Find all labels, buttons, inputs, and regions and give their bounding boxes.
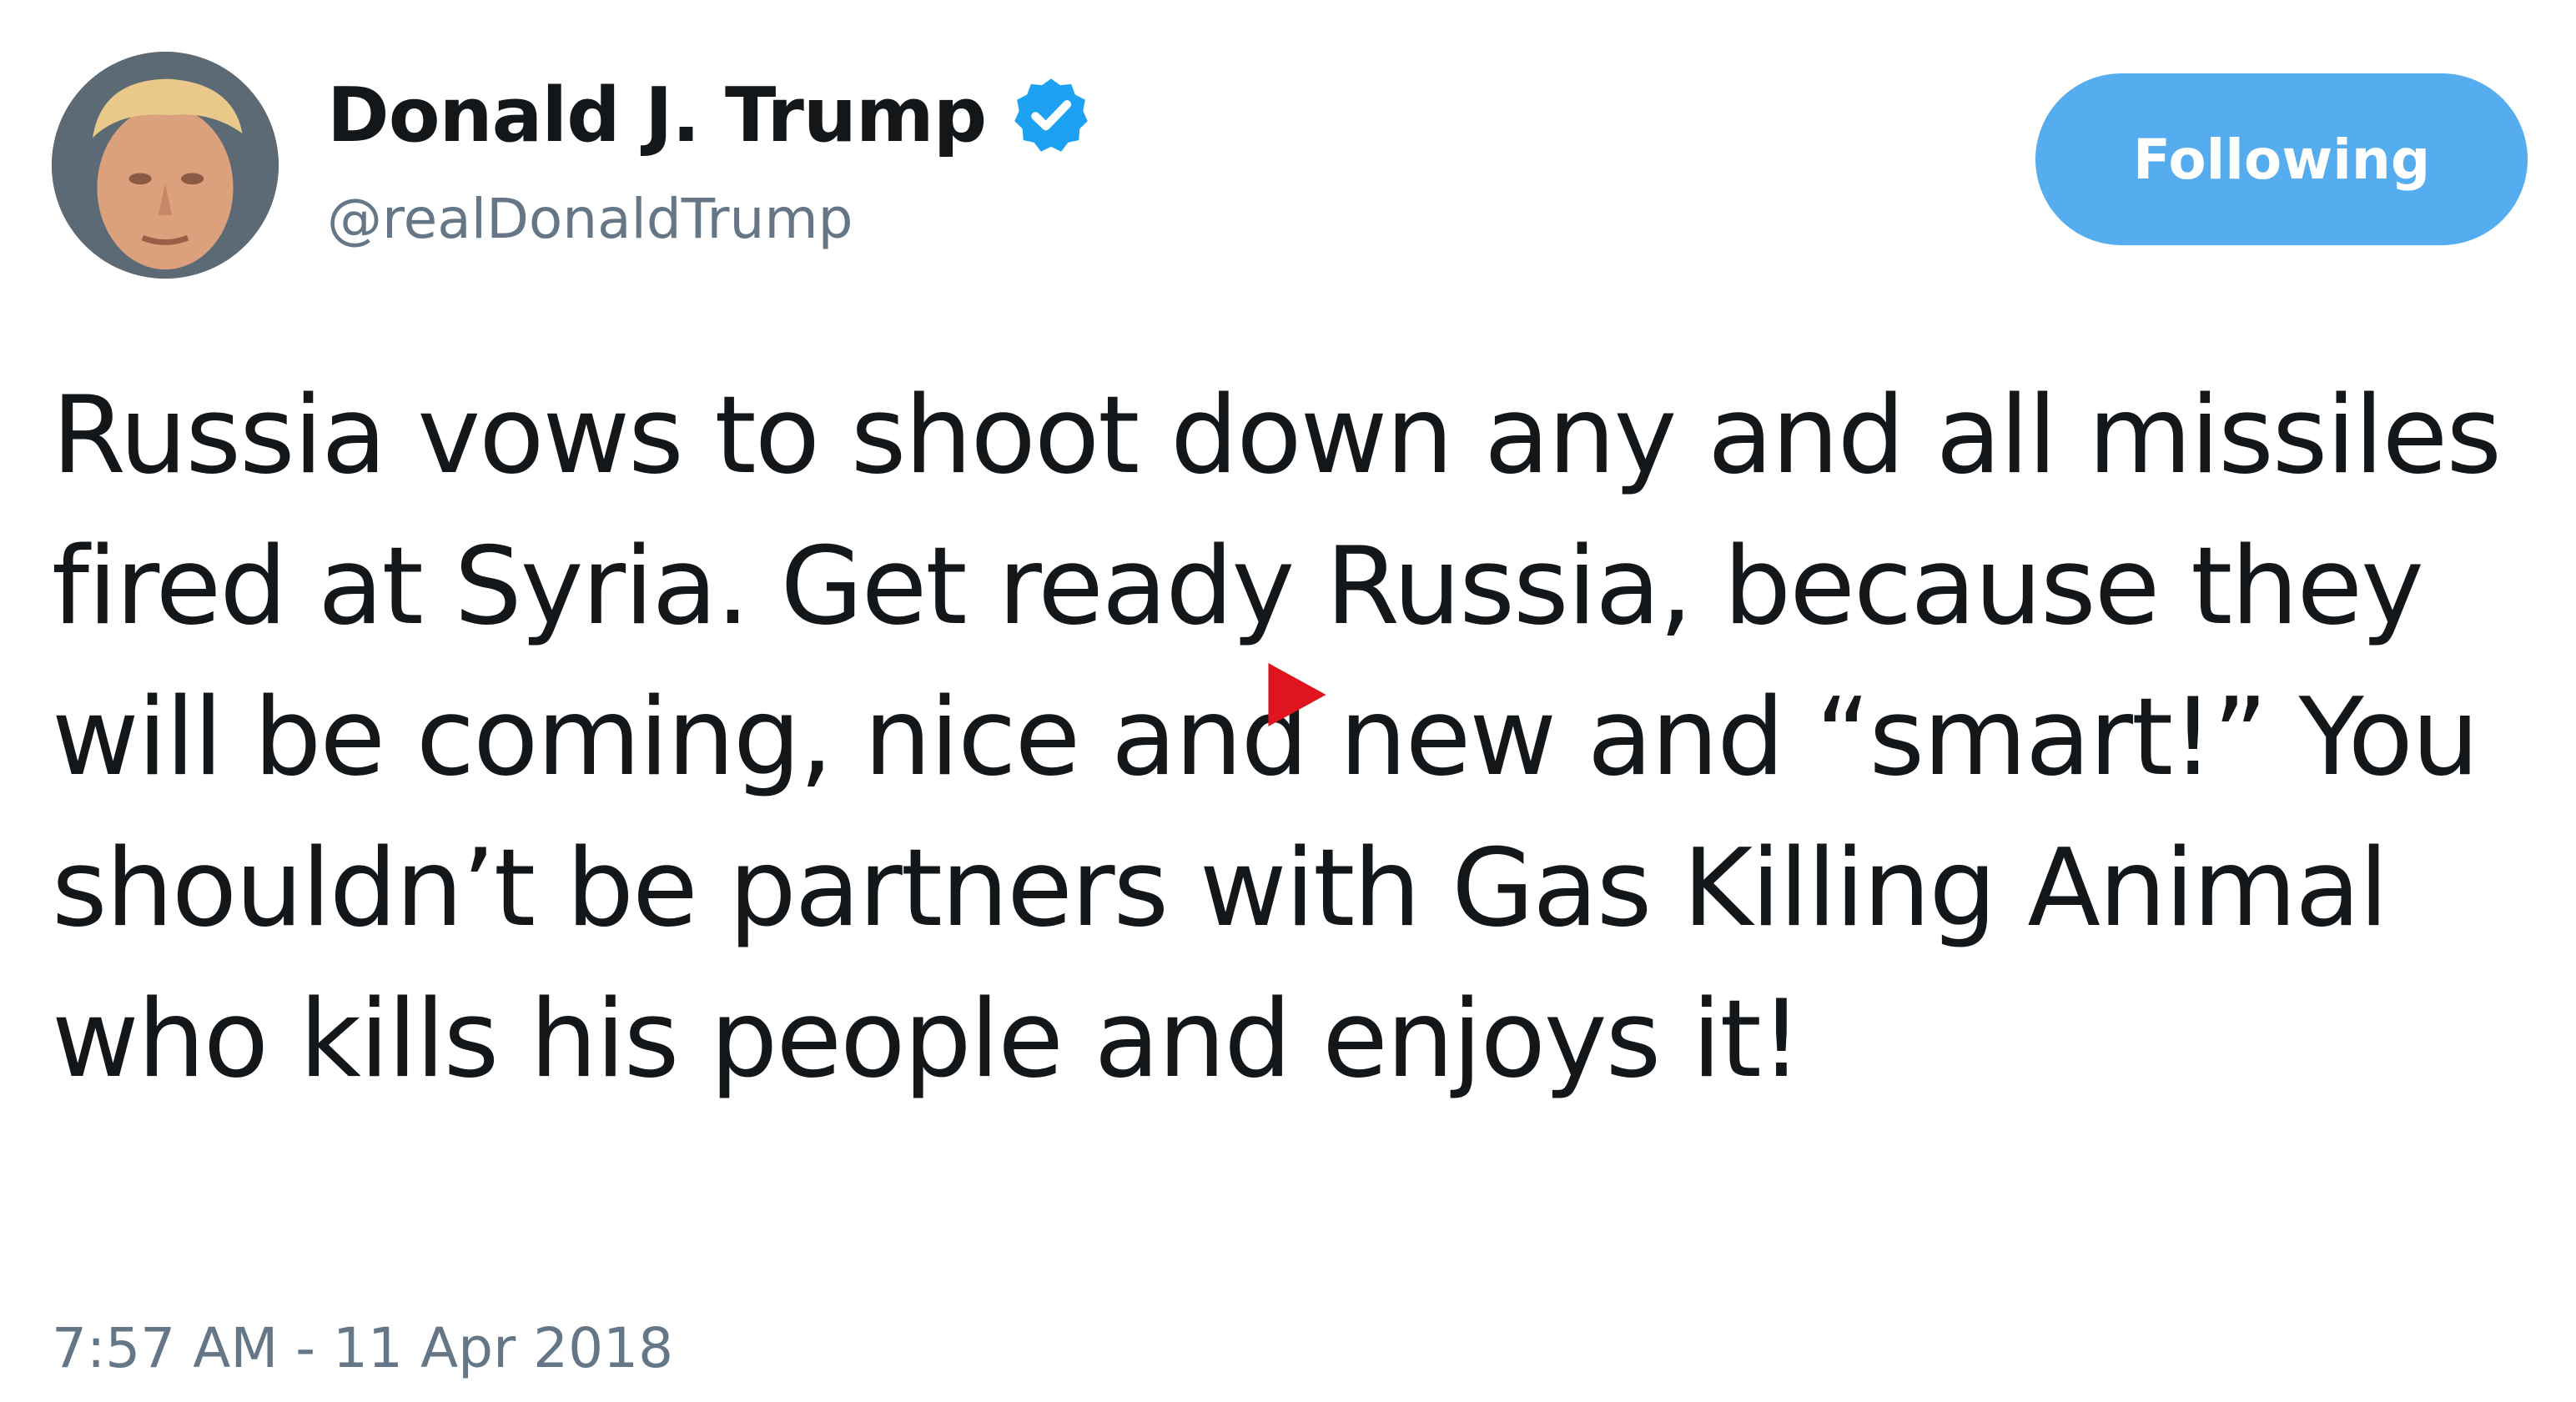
tweet-timestamp[interactable]: 7:57 AM - 11 Apr 2018	[52, 1316, 673, 1380]
author-handle[interactable]: @realDonaldTrump	[327, 187, 853, 251]
avatar[interactable]	[52, 52, 279, 279]
author-name-row: Donald J. Trump	[327, 65, 1093, 165]
verified-badge-icon	[1009, 73, 1093, 157]
author-display-name[interactable]: Donald J. Trump	[327, 72, 987, 159]
tweet-text: Russia vows to shoot down any and all mi…	[52, 374, 2533, 1102]
tweet-card: Donald J. Trump @realDonaldTrump Followi…	[0, 0, 2576, 1402]
play-icon[interactable]	[1268, 663, 1326, 726]
profile-photo-image	[52, 52, 279, 279]
following-button[interactable]: Following	[2035, 73, 2528, 245]
